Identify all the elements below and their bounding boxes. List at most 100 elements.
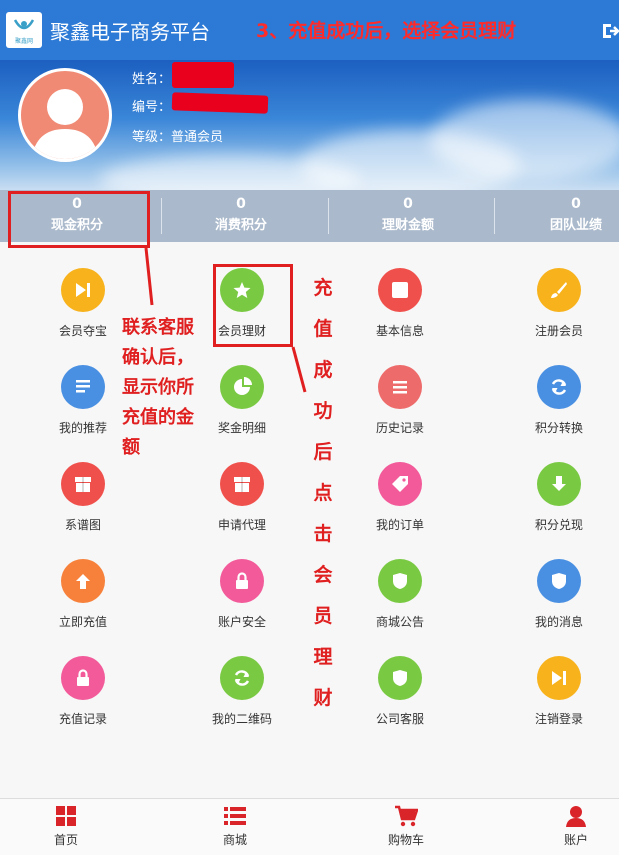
- grid-item-label: 我的二维码: [211, 712, 272, 726]
- grid-item[interactable]: 公司客服: [350, 656, 450, 727]
- grid-icon: [56, 806, 76, 826]
- skip-next-icon: [61, 268, 105, 312]
- divider: [328, 198, 329, 234]
- download-icon: [537, 462, 581, 506]
- redacted-id: [171, 92, 269, 114]
- grid-item-label: 申请代理: [217, 518, 266, 532]
- brush-icon: [537, 268, 581, 312]
- note-line: 充值的金: [122, 407, 194, 428]
- shield-icon: [537, 559, 581, 603]
- grid-item[interactable]: 基本信息: [350, 268, 450, 339]
- nav-home[interactable]: 首页: [26, 805, 106, 848]
- redacted-name: [172, 62, 234, 88]
- annotation-left-note: 联系客服 确认后， 显示你所 充值的金 额: [122, 313, 232, 463]
- note-line: 额: [122, 437, 140, 458]
- stat-team-performance[interactable]: 0 团队业绩: [496, 190, 619, 242]
- feature-grid: 会员夺宝 会员理财 基本信息 注册会员 我的推荐 奖金明细 历史记录 积分转换 系谱图 申请代理我…: [0, 242, 619, 798]
- list-icon: [61, 365, 105, 409]
- divider: [494, 198, 495, 234]
- grid-item-label: 账户安全: [217, 615, 266, 629]
- note-line: 联系客服: [122, 317, 194, 338]
- grid-item-label: 我的消息: [534, 615, 583, 629]
- grid-item[interactable]: 积分转换: [509, 365, 609, 436]
- grid-item[interactable]: 我的推荐: [33, 365, 133, 436]
- nav-mall[interactable]: 商城: [195, 805, 275, 848]
- grid-item[interactable]: 立即充值: [33, 559, 133, 630]
- list-icon: [224, 807, 246, 825]
- lock-icon: [220, 559, 264, 603]
- logout-icon[interactable]: [601, 22, 619, 40]
- name-label: 姓名：: [132, 72, 172, 87]
- grid-item[interactable]: 系谱图: [33, 462, 133, 533]
- stat-value: 0: [236, 196, 246, 212]
- grid-item-label: 我的订单: [375, 518, 424, 532]
- logo-icon: 聚鑫网: [13, 19, 35, 45]
- upload-icon: [61, 559, 105, 603]
- grid-item-label: 系谱图: [64, 518, 101, 532]
- lock-icon: [61, 656, 105, 700]
- avatar[interactable]: [18, 68, 112, 162]
- grid-item-label: 商城公告: [375, 615, 424, 629]
- grid-item[interactable]: 我的消息: [509, 559, 609, 630]
- level-value: 普通会员: [171, 130, 224, 145]
- app-title: 聚鑫电子商务平台: [50, 20, 210, 44]
- stat-finance-amount[interactable]: 0 理财金额: [330, 190, 486, 242]
- svg-text:聚鑫网: 聚鑫网: [15, 37, 33, 45]
- top-bar: 聚鑫网 聚鑫电子商务平台 3、充值成功后，选择会员理财: [0, 0, 619, 60]
- stat-value: 0: [403, 196, 413, 212]
- tag-icon: [378, 462, 422, 506]
- nav-label: 账户: [563, 833, 588, 847]
- grid-item-label: 注册会员: [534, 324, 583, 338]
- grid-item[interactable]: 商城公告: [350, 559, 450, 630]
- grid-item[interactable]: 我的订单: [350, 462, 450, 533]
- nav-account[interactable]: 账户: [536, 805, 616, 848]
- grid-item[interactable]: 历史记录: [350, 365, 450, 436]
- grid-item-label: 立即充值: [58, 615, 107, 629]
- level-row: 等级：普通会员: [132, 126, 223, 145]
- user-silhouette-icon: [31, 89, 99, 159]
- nav-label: 商城: [222, 833, 247, 847]
- grid-item-label: 公司客服: [375, 712, 424, 726]
- grid-item-label: 注销登录: [534, 712, 583, 726]
- grid-item[interactable]: 充值记录: [33, 656, 133, 727]
- square-icon: [378, 268, 422, 312]
- highlight-box-cash-points: [8, 191, 150, 248]
- cart-icon: [395, 805, 418, 827]
- note-line: 确认后，: [122, 347, 194, 368]
- nav-cart[interactable]: 购物车: [366, 805, 446, 848]
- stat-label: 理财金额: [381, 218, 434, 233]
- refresh-icon: [220, 656, 264, 700]
- step-annotation: 3、充值成功后，选择会员理财: [256, 20, 517, 42]
- user-icon: [566, 806, 586, 827]
- profile-header: 姓名： 编号： 等级：普通会员: [0, 60, 619, 190]
- grid-item-label: 积分兑现: [534, 518, 583, 532]
- stat-label: 消费积分: [214, 218, 267, 233]
- nav-label: 首页: [53, 833, 78, 847]
- grid-item[interactable]: 申请代理: [192, 462, 292, 533]
- grid-item[interactable]: 积分兑现: [509, 462, 609, 533]
- skip-next-icon: [537, 656, 581, 700]
- grid-item[interactable]: 会员夺宝: [33, 268, 133, 339]
- box-icon: [61, 462, 105, 506]
- grid-item-label: 历史记录: [375, 421, 424, 435]
- grid-item-label: 会员夺宝: [58, 324, 107, 338]
- stat-label: 团队业绩: [549, 218, 602, 233]
- id-label: 编号：: [132, 100, 172, 115]
- grid-item[interactable]: 注册会员: [509, 268, 609, 339]
- bottom-nav: 首页 商城 购物车 账户: [0, 798, 619, 855]
- stat-consume-points[interactable]: 0 消费积分: [163, 190, 319, 242]
- stack-icon: [378, 365, 422, 409]
- grid-item-label: 我的推荐: [58, 421, 107, 435]
- shield-icon: [378, 656, 422, 700]
- app-logo[interactable]: 聚鑫网: [6, 12, 42, 48]
- shield-icon: [378, 559, 422, 603]
- grid-item-label: 充值记录: [58, 712, 107, 726]
- refresh-icon: [537, 365, 581, 409]
- note-line: 显示你所: [122, 377, 194, 398]
- nav-label: 购物车: [387, 833, 424, 847]
- grid-item[interactable]: 注销登录: [509, 656, 609, 727]
- grid-item-label: 基本信息: [375, 324, 424, 338]
- grid-item-label: 积分转换: [534, 421, 583, 435]
- grid-item[interactable]: 账户安全: [192, 559, 292, 630]
- grid-item[interactable]: 我的二维码: [192, 656, 292, 727]
